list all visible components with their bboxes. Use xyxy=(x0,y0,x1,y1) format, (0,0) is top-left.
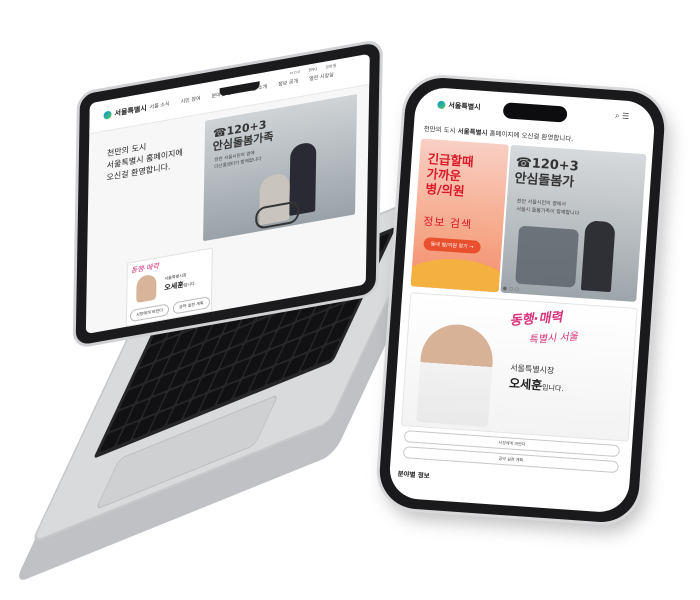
phone-screen: 서울특별시 ⌕ ☰ 천만의 도시 서울특별시 홈페이지에 오신걸 환영합니다. … xyxy=(387,86,657,514)
hospital-search-banner[interactable]: 긴급할때 가까운 병/의원 정보 검색 동네 병/의원 찾기 → xyxy=(410,138,509,293)
hero-subtitle: 천만 서울시민의 곁에 다산콜센터가 함께합니다 xyxy=(214,151,262,171)
banner-subtitle: 정보 검색 xyxy=(422,214,473,232)
section-heading: 분야별 정보 xyxy=(397,469,430,480)
nav-item-news[interactable]: 서울 소식 xyxy=(150,100,170,111)
utility-link[interactable]: ㅁㅁㅁ xyxy=(290,69,301,77)
seoul-logo-icon xyxy=(437,100,446,110)
hero-banner[interactable]: ☎120+3 안심돌봄가족 천만 서울시민의 곁에 다산콜센터가 함께합니다 xyxy=(203,93,358,242)
banner-decor-blob xyxy=(410,255,509,293)
banner-subtitle: 천만 서울시민의 곁에서 서울시 돌봄가족이 함께합니다 xyxy=(516,198,580,217)
welcome-text: 천만의 도시 서울특별시 홈페이지에 오신걸 환영합니다. xyxy=(106,142,183,183)
nav-item-participation[interactable]: 시민 참여 xyxy=(180,95,200,106)
mayor-name: 오세훈입니다. xyxy=(508,376,564,394)
mayor-photo xyxy=(136,273,157,304)
care-family-banner[interactable]: ☎120+3 안심돌봄가 천만 서울시민의 곁에서 서울시 돌봄가족이 함께합니… xyxy=(500,144,647,302)
phone-mockup: 서울특별시 ⌕ ☰ 천만의 도시 서울특별시 홈페이지에 오신걸 환영합니다. … xyxy=(377,75,667,525)
dynamic-island xyxy=(502,102,568,123)
laptop-display: 서울특별시 서울 소식 시민 참여 분야별 정보 서울 소개 정보 공개 열린 … xyxy=(75,41,380,366)
mayor-photo xyxy=(416,322,496,427)
carousel-indicator[interactable]: ● ○ ○ xyxy=(503,286,520,293)
site-logo[interactable]: 서울특별시 xyxy=(103,103,147,121)
mayor-slogan-sub: 특별시 서울 xyxy=(528,331,579,346)
mayor-slogan: 동행·매력 xyxy=(509,310,563,329)
hero-title: ☎120+3 안심돌봄가족 xyxy=(212,118,274,154)
utility-link-mobile[interactable]: 모바일 xyxy=(325,63,336,71)
site-logo[interactable]: 서울특별시 xyxy=(437,100,481,113)
seoul-logo-icon xyxy=(103,110,112,120)
caregiver-figure xyxy=(580,220,616,293)
hospital-search-button[interactable]: 동네 병/의원 찾기 → xyxy=(423,237,481,254)
mayor-section: 동행·매력 특별시 서울 서울특별시장 오세훈입니다. xyxy=(400,292,638,442)
wheelchair-shape xyxy=(515,225,580,288)
nav-item-disclosure[interactable]: 정보 공개 xyxy=(278,77,298,88)
banner-title: ☎120+3 안심돌봄가 xyxy=(513,155,580,191)
header-icons[interactable]: ⌕ ☰ xyxy=(615,111,630,122)
banner-title: 긴급할때 가까운 병/의원 xyxy=(425,151,475,199)
utility-link-eng[interactable]: ENG xyxy=(309,66,318,74)
